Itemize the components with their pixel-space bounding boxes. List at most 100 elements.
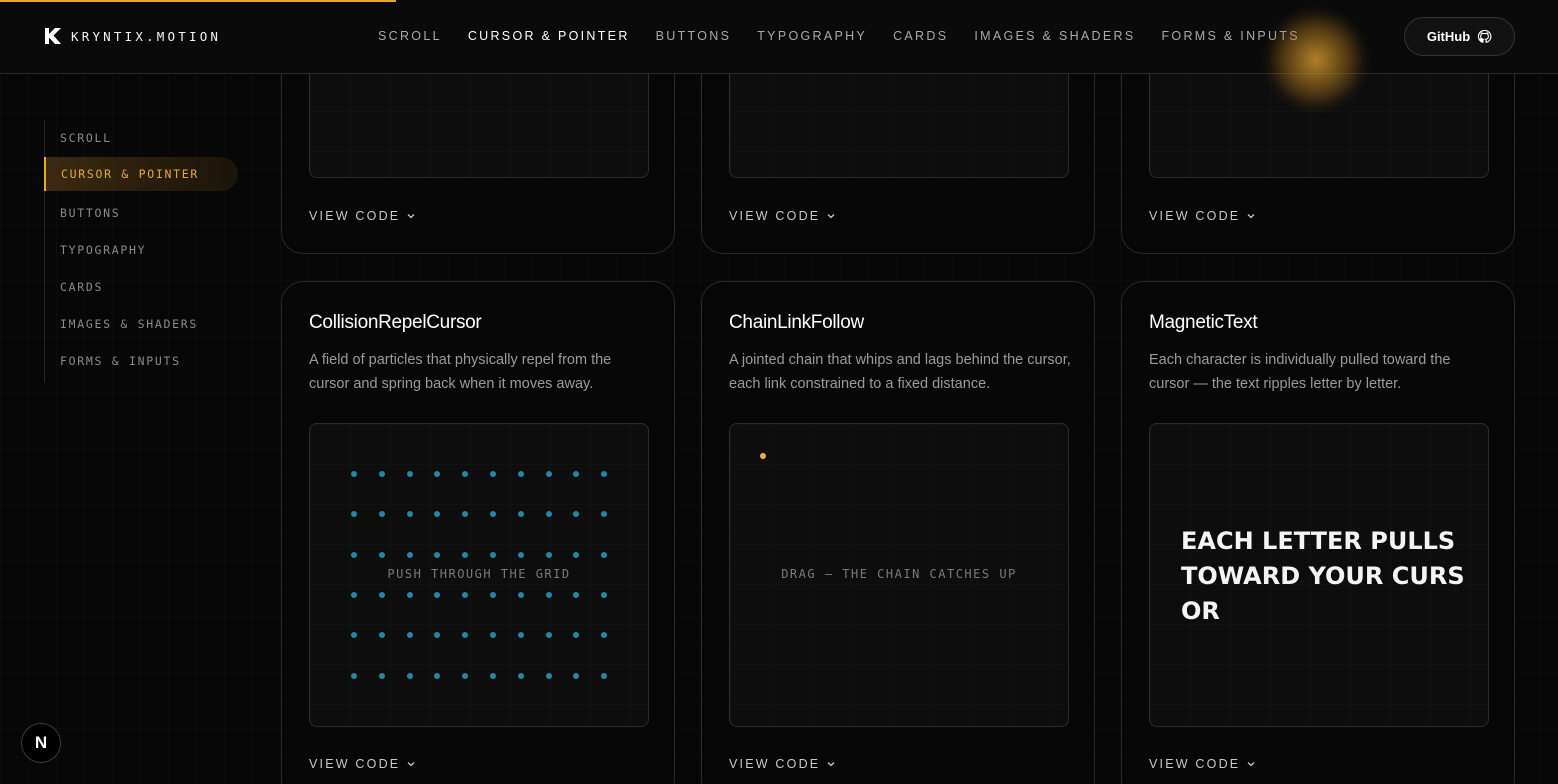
particle-dot <box>601 471 608 477</box>
particle-dot <box>462 551 469 558</box>
view-code-button[interactable]: VIEW CODE <box>309 209 416 223</box>
sidebar-item-images-shaders[interactable]: IMAGES & SHADERS <box>45 306 244 343</box>
sidebar-item-buttons[interactable]: BUTTONS <box>45 195 244 232</box>
particle-dot <box>517 511 524 518</box>
particle-dot <box>573 591 580 598</box>
sidebar-item-cards[interactable]: CARDS <box>45 269 244 306</box>
card-chain-link-follow: ChainLinkFollow A jointed chain that whi… <box>701 281 1095 784</box>
nextjs-badge[interactable]: N <box>21 723 61 763</box>
view-code-label: VIEW CODE <box>309 209 401 223</box>
particle-dot <box>351 672 357 679</box>
particle-dot <box>351 591 357 598</box>
particle-dot <box>490 591 496 598</box>
card-magnetic-text: MagneticText Each character is individua… <box>1121 281 1515 784</box>
chain-link-dot <box>760 453 766 459</box>
particle-dot <box>545 471 552 477</box>
preview-hint: PUSH THROUGH THE GRID <box>387 567 571 581</box>
particle-grid-preview[interactable]: PUSH THROUGH THE GRID <box>309 423 649 727</box>
particle-dot <box>434 471 441 477</box>
card-title: CollisionRepelCursor <box>309 312 482 333</box>
card-description: Each character is individually pulled to… <box>1149 352 1451 392</box>
particle-dot <box>434 672 441 679</box>
particle-dot <box>462 672 469 679</box>
topnav-images-shaders[interactable]: IMAGES & SHADERS <box>974 29 1135 43</box>
chevron-down-icon <box>827 214 835 219</box>
github-button[interactable]: GitHub <box>1404 17 1515 56</box>
particle-dot <box>573 551 580 558</box>
particle-dot <box>490 551 496 558</box>
card-title: ChainLinkFollow <box>729 312 864 333</box>
particle-dot <box>545 551 552 558</box>
particle-dot <box>378 471 385 477</box>
topnav-forms-inputs[interactable]: FORMS & INPUTS <box>1161 29 1299 43</box>
particle-dot <box>462 471 469 477</box>
sidebar-item-scroll[interactable]: SCROLL <box>45 120 244 157</box>
github-label: GitHub <box>1426 29 1471 44</box>
top-nav: SCROLL CURSOR & POINTER BUTTONS TYPOGRAP… <box>378 29 1326 43</box>
topnav-cursor-pointer[interactable]: CURSOR & POINTER <box>468 29 630 43</box>
particle-dot <box>601 551 608 558</box>
view-code-label: VIEW CODE <box>309 757 401 771</box>
view-code-button[interactable]: VIEW CODE <box>729 757 836 771</box>
sidebar-item-forms-inputs[interactable]: FORMS & INPUTS <box>45 343 244 380</box>
particle-dot <box>378 551 385 558</box>
card-collision-repel-cursor: CollisionRepelCursor A field of particle… <box>281 281 675 784</box>
top-header: KRYNTIX.MOTION SCROLL CURSOR & POINTER B… <box>0 0 1558 74</box>
chevron-down-icon <box>1247 214 1255 219</box>
particle-dot <box>601 591 608 598</box>
view-code-label: VIEW CODE <box>729 209 821 223</box>
particle-dot <box>351 471 357 477</box>
particle-dot <box>517 551 524 558</box>
preview-hint: DRAG — THE CHAIN CATCHES UP <box>781 567 1017 581</box>
particle-dot <box>573 471 580 477</box>
particle-dot <box>462 632 469 639</box>
particle-dot <box>490 471 496 477</box>
topnav-scroll[interactable]: SCROLL <box>378 29 442 43</box>
sidebar: SCROLL CURSOR & POINTER BUTTONS TYPOGRAP… <box>44 120 244 382</box>
card-description: A jointed chain that whips and lags behi… <box>729 352 1071 392</box>
particle-dot <box>378 672 385 679</box>
view-code-button[interactable]: VIEW CODE <box>1149 209 1256 223</box>
k-logo-icon <box>45 28 61 44</box>
particle-dot <box>601 511 608 518</box>
github-icon <box>1477 29 1492 43</box>
particle-dot <box>517 591 524 598</box>
particle-dot <box>434 551 441 558</box>
card-title: MagneticText <box>1149 312 1258 333</box>
particle-dot <box>406 591 413 598</box>
brand[interactable]: KRYNTIX.MOTION <box>44 27 221 45</box>
particle-dot <box>545 511 552 518</box>
particle-dot <box>378 511 385 518</box>
view-code-button[interactable]: VIEW CODE <box>1149 757 1256 771</box>
particle-dot <box>406 551 413 558</box>
particle-dot <box>573 672 580 679</box>
sidebar-item-cursor-pointer[interactable]: CURSOR & POINTER <box>44 157 238 191</box>
particle-dot <box>406 511 413 518</box>
particle-dot <box>434 511 441 518</box>
view-code-label: VIEW CODE <box>729 757 821 771</box>
particle-dot <box>490 632 496 639</box>
view-code-button[interactable]: VIEW CODE <box>729 209 836 223</box>
magnetic-text-preview[interactable]: EACH LETTER PULLS TOWARD YOUR CURSOR <box>1149 423 1489 727</box>
particle-dot <box>573 511 580 518</box>
particle-dot <box>406 632 413 639</box>
brand-name: KRYNTIX.MOTION <box>71 28 222 44</box>
particle-dot <box>490 672 496 679</box>
magnetic-demo-text: EACH LETTER PULLS TOWARD YOUR CURSOR <box>1181 527 1465 625</box>
sidebar-item-typography[interactable]: TYPOGRAPHY <box>45 232 244 269</box>
topnav-typography[interactable]: TYPOGRAPHY <box>757 29 867 43</box>
particle-dot <box>545 632 552 639</box>
view-code-button[interactable]: VIEW CODE <box>309 757 416 771</box>
view-code-label: VIEW CODE <box>1149 209 1241 223</box>
view-code-label: VIEW CODE <box>1149 757 1241 771</box>
particle-dot <box>434 591 441 598</box>
topnav-buttons[interactable]: BUTTONS <box>656 29 732 43</box>
topnav-cards[interactable]: CARDS <box>893 29 948 43</box>
particle-dot <box>406 471 413 477</box>
particle-dot <box>601 672 608 679</box>
particle-dot <box>351 632 357 639</box>
particle-dot <box>462 511 469 518</box>
particle-dot <box>545 672 552 679</box>
particle-dot <box>573 632 580 639</box>
chain-preview[interactable]: DRAG — THE CHAIN CATCHES UP <box>729 423 1069 727</box>
